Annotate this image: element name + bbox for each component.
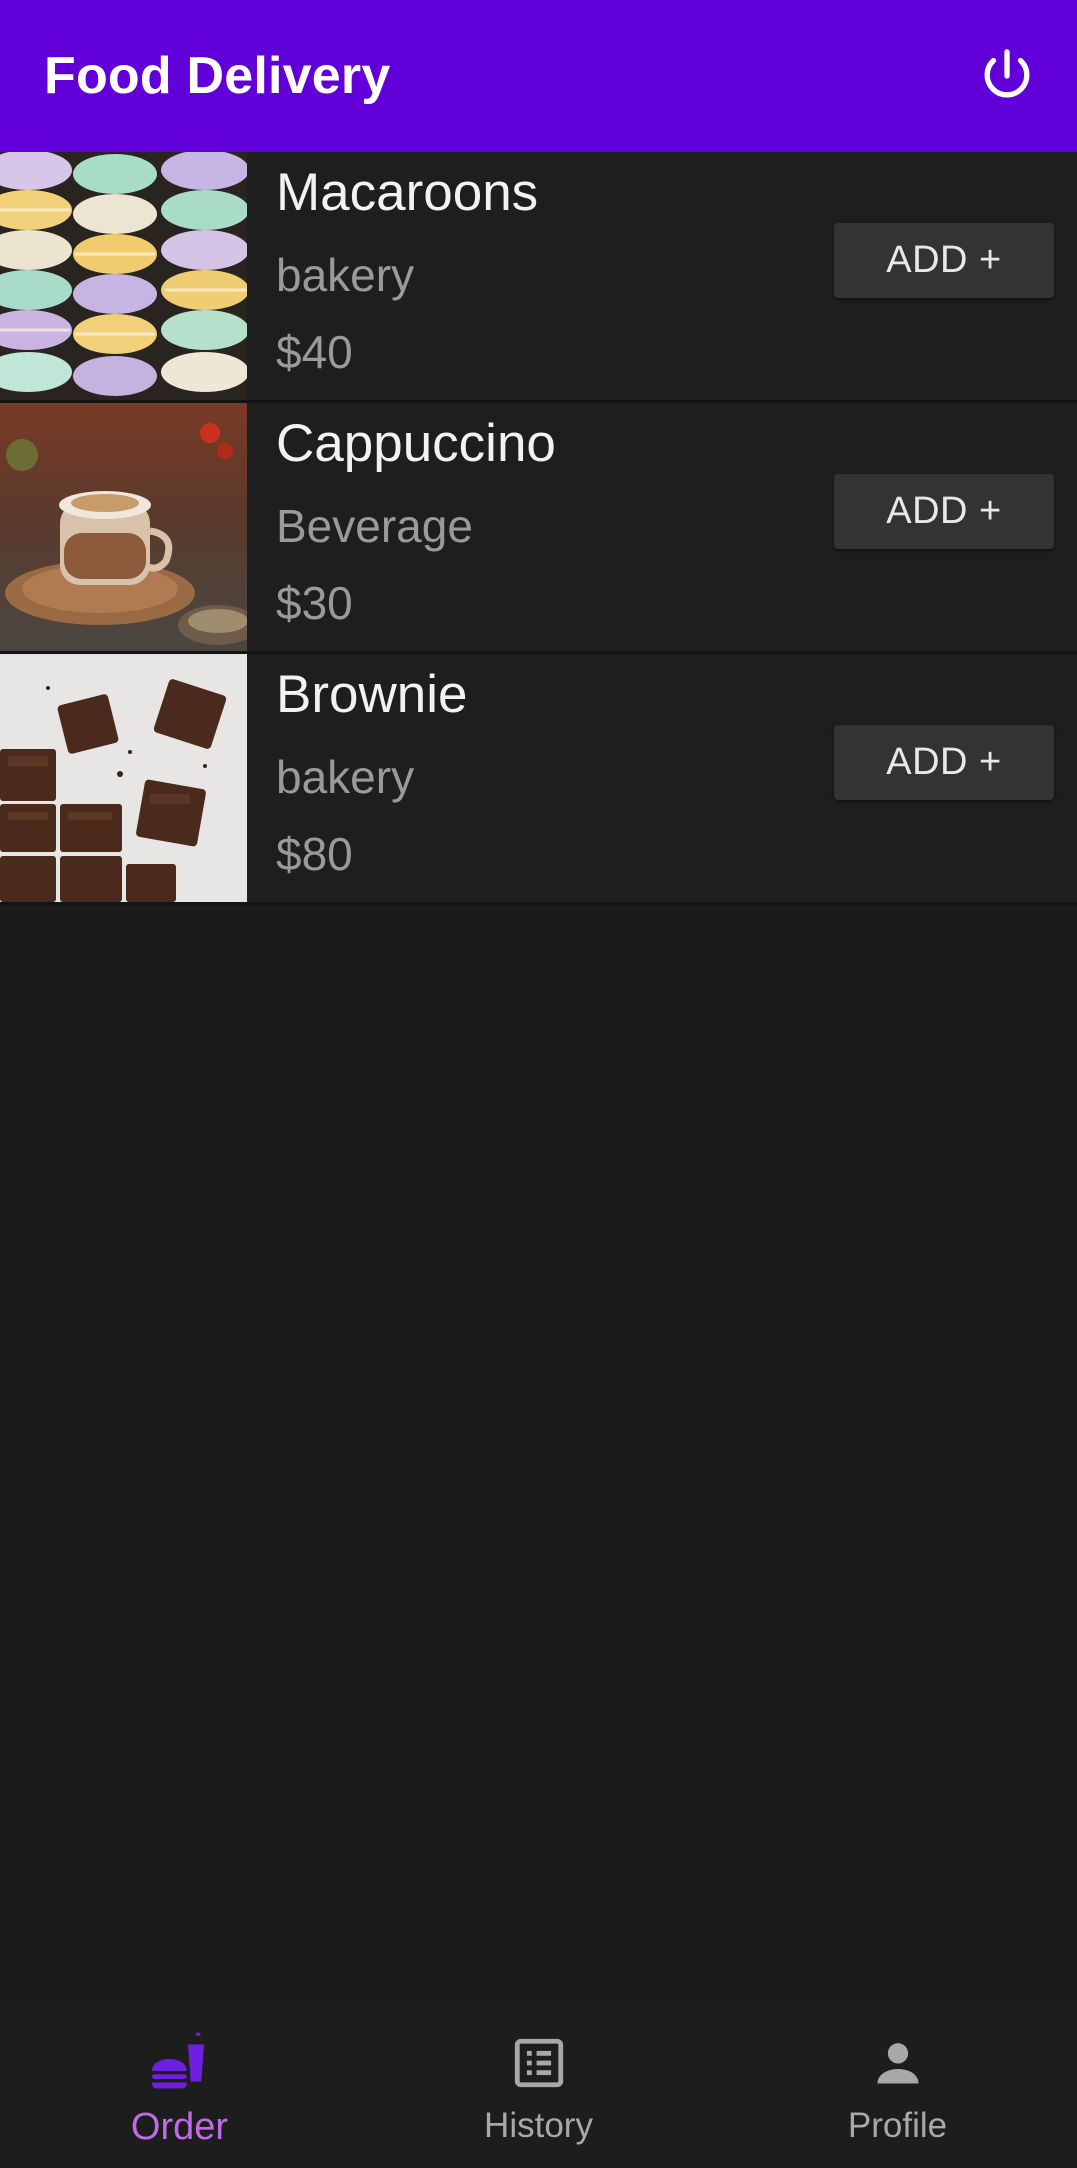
bottom-navigation: Order History Profile xyxy=(0,2000,1077,2168)
add-button[interactable]: ADD + xyxy=(834,223,1054,298)
list-item[interactable]: Macaroons bakery $40 ADD + xyxy=(0,152,1077,403)
nav-item-order[interactable]: Order xyxy=(0,2000,359,2168)
food-list: Macaroons bakery $40 ADD + Cappuccino Be… xyxy=(0,152,1077,905)
food-price: $40 xyxy=(276,326,353,378)
food-price: $30 xyxy=(276,577,353,629)
add-button[interactable]: ADD + xyxy=(834,474,1054,549)
food-name: Macaroons xyxy=(276,163,539,222)
nav-item-profile[interactable]: Profile xyxy=(718,2000,1077,2168)
nav-label: Order xyxy=(130,2106,229,2148)
food-name: Brownie xyxy=(276,665,468,724)
nav-label: History xyxy=(484,2106,593,2145)
list-icon xyxy=(506,2030,572,2096)
power-icon[interactable] xyxy=(971,40,1043,112)
app-title: Food Delivery xyxy=(44,47,391,105)
food-category: bakery xyxy=(276,249,415,301)
food-category: Beverage xyxy=(276,500,473,552)
macaroons-photo xyxy=(0,152,247,400)
list-item[interactable]: Brownie bakery $80 ADD + xyxy=(0,654,1077,905)
food-name: Cappuccino xyxy=(276,414,556,473)
person-icon xyxy=(865,2030,931,2096)
brownie-photo xyxy=(0,654,247,902)
food-category: bakery xyxy=(276,751,415,803)
nav-item-history[interactable]: History xyxy=(359,2000,718,2168)
fastfood-icon xyxy=(147,2030,213,2096)
cappuccino-photo xyxy=(0,403,247,651)
add-button[interactable]: ADD + xyxy=(834,725,1054,800)
app-bar: Food Delivery xyxy=(0,0,1077,152)
food-price: $80 xyxy=(276,828,353,880)
list-item[interactable]: Cappuccino Beverage $30 ADD + xyxy=(0,403,1077,654)
nav-label: Profile xyxy=(847,2106,948,2145)
